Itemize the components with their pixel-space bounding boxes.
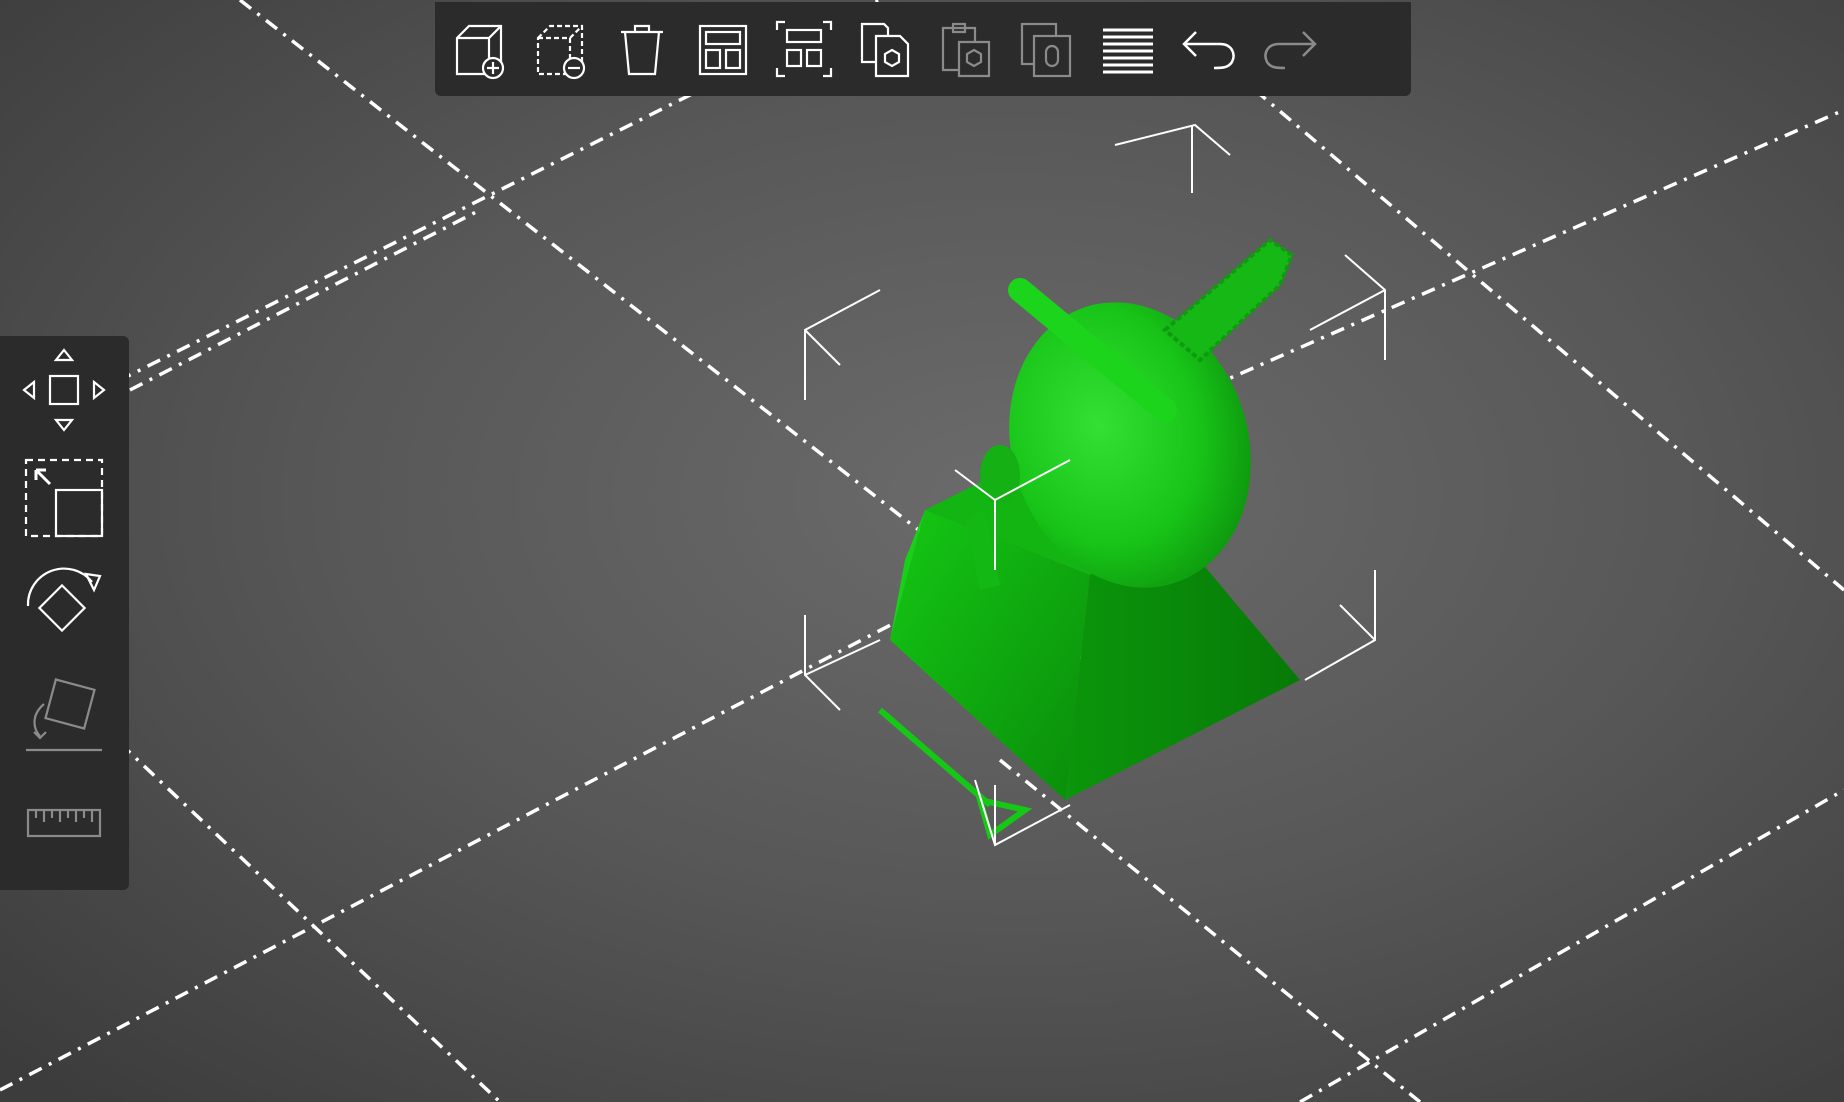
move-tool-button[interactable]: [20, 346, 108, 434]
clone-icon: [1020, 22, 1072, 78]
rotate-icon: [26, 567, 102, 633]
undo-icon: [1182, 31, 1235, 70]
3d-viewport[interactable]: [0, 0, 1844, 1102]
lay-flat-icon: [26, 678, 102, 752]
redo-icon: [1264, 31, 1317, 70]
left-toolbar: [0, 336, 129, 890]
remove-model-button[interactable]: [530, 18, 592, 80]
undo-button[interactable]: [1178, 18, 1240, 80]
layout-icon: [698, 24, 748, 76]
add-model-button[interactable]: [449, 18, 511, 80]
paste-icon: [941, 22, 991, 78]
ruler-icon: [26, 808, 102, 838]
scale-tool-button[interactable]: [20, 454, 108, 542]
arrange-button[interactable]: [692, 18, 754, 80]
rotate-tool-button[interactable]: [20, 562, 108, 650]
paste-button[interactable]: [935, 18, 997, 80]
frame-layout-icon: [775, 20, 833, 78]
top-toolbar: [435, 2, 1411, 96]
dashed-cube-minus-icon: [536, 24, 586, 80]
cube-plus-icon: [455, 24, 505, 80]
trash-icon: [621, 24, 663, 76]
lay-flat-tool-button[interactable]: [20, 670, 108, 758]
delete-button[interactable]: [611, 18, 673, 80]
scale-icon: [24, 458, 104, 538]
move-icon: [22, 348, 106, 432]
auto-orient-button[interactable]: [773, 18, 835, 80]
copy-button[interactable]: [854, 18, 916, 80]
layers-icon: [1103, 28, 1153, 74]
measure-tool-button[interactable]: [20, 778, 108, 866]
clone-button[interactable]: [1016, 18, 1078, 80]
slice-layers-button[interactable]: [1097, 18, 1159, 80]
copy-icon: [860, 22, 910, 78]
creature-cheek: [980, 445, 1020, 505]
redo-button[interactable]: [1259, 18, 1321, 80]
